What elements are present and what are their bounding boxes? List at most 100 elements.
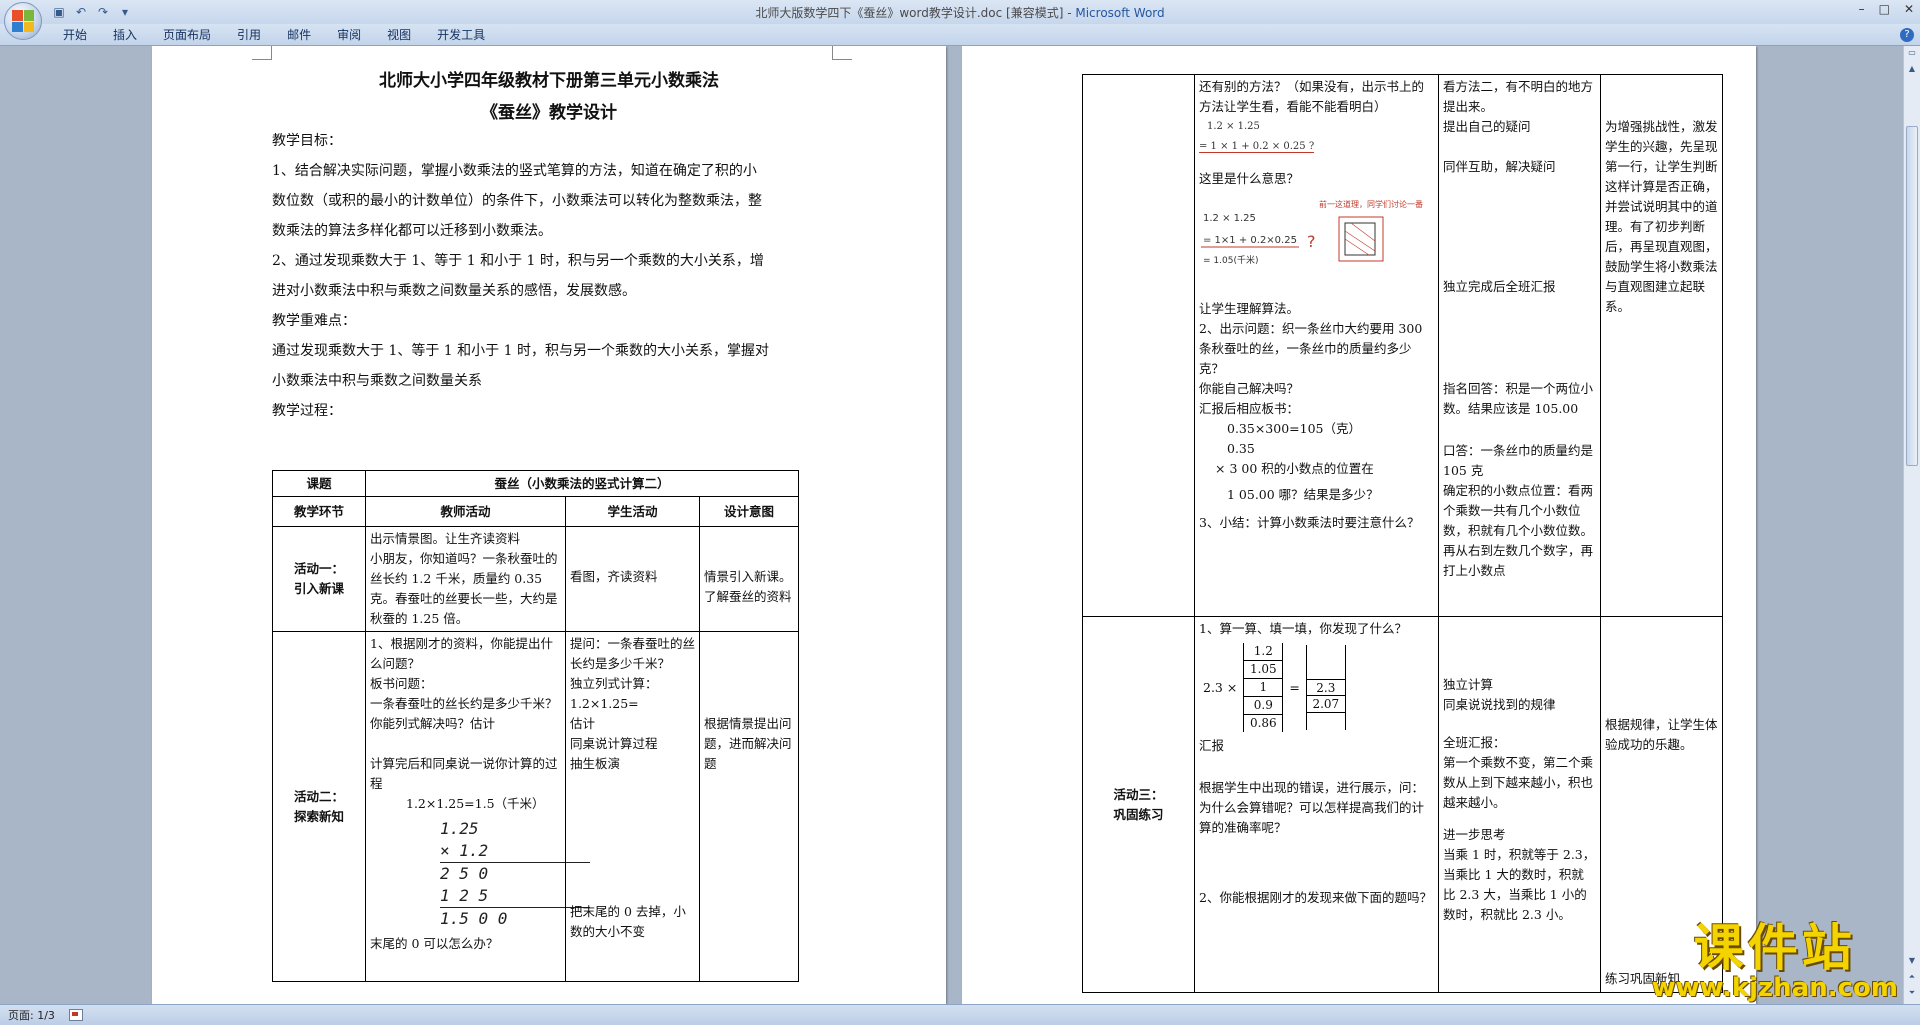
grid-cell: 2.3 xyxy=(1306,679,1345,696)
cell-text: 把末尾的 0 去掉，小数的大小不变 xyxy=(570,904,686,939)
cell-text: 这里是什么意思？ xyxy=(1199,171,1300,186)
cell-text: 进一步思考 xyxy=(1443,827,1506,842)
page-indicator[interactable]: 页面: 1/3 xyxy=(8,1007,55,1023)
paragraph: 教学目标： xyxy=(272,133,342,149)
calc-line: 1.25 xyxy=(440,819,479,838)
scroll-up-icon[interactable]: ▲ xyxy=(1906,64,1918,76)
teacher-cell: 1、算一算、填一填，你发现了什么？ 2.3 × 1.2 1.05 1 0.9 0… xyxy=(1194,616,1439,993)
proofing-icon[interactable] xyxy=(68,1009,83,1021)
handwritten-text: = 1 × 1 + 0.2 × 0.25 ? xyxy=(1199,141,1315,153)
cell-text: 1 05.00 哪？结果是多少？ xyxy=(1227,487,1379,502)
grid-multiplier: 2.3 × xyxy=(1203,679,1238,695)
student-cell: 独立计算 同桌说说找到的规律 全班汇报： 第一个乘数不变，第二个乘数从上到下越来… xyxy=(1438,616,1601,993)
cell-text: 同桌说说找到的规律 xyxy=(1443,697,1556,712)
tab-mailings[interactable]: 邮件 xyxy=(274,27,324,44)
vertical-scrollbar[interactable]: ▭ ▲ ▼ ⏶ ⏷ xyxy=(1903,46,1920,1004)
cell-text: 提问：一条春蚕吐的丝长约是多少千米？ xyxy=(570,636,696,671)
doc-title-2: 《蚕丝》教学设计 xyxy=(481,103,617,123)
tab-references[interactable]: 引用 xyxy=(224,27,274,44)
minimize-icon[interactable]: – xyxy=(1859,2,1865,16)
teacher-cell: 出示情景图。让生齐读资料 小朋友，你知道吗？一条秋蚕吐的丝长约 1.2 千米，质… xyxy=(365,526,566,632)
svg-text:?: ? xyxy=(1307,232,1316,251)
grid-cell[interactable] xyxy=(1307,662,1345,679)
stage-cell: 活动二： 探索新知 xyxy=(272,631,366,982)
app-name: Microsoft Word xyxy=(1075,6,1165,20)
grid-left-column: 1.2 1.05 1 0.9 0.86 xyxy=(1243,643,1284,732)
scroll-down-icon[interactable]: ▼ xyxy=(1906,956,1918,968)
tab-view[interactable]: 视图 xyxy=(374,27,424,44)
title-bar: ▣ ↶ ↷ ▾ 北师大版数学四下《蚕丝》word教学设计.doc [兼容模式] … xyxy=(0,0,1920,40)
paragraph: 通过发现乘数大于 1、等于 1 和小于 1 时，积与另一个乘数的大小关系，掌握对 xyxy=(272,343,769,359)
document-page-2: 还有别的方法？（如果没有，出示书上的方法让学生看，看能不能看明白） 1.2 × … xyxy=(962,46,1756,1004)
doc-title-1: 北师大小学四年级教材下册第三单元小数乘法 xyxy=(379,71,719,91)
intent-cell: 情景引入新课。了解蚕丝的资料 xyxy=(698,526,800,632)
cell-text: 1、根据刚才的资料，你能提出什么问题？ xyxy=(370,636,553,671)
calc-line: 1.5 0 0 xyxy=(440,909,508,928)
scroll-thumb[interactable] xyxy=(1906,126,1918,466)
equals-sign: = xyxy=(1289,679,1300,695)
next-page-icon[interactable]: ⏷ xyxy=(1906,988,1918,1000)
window-title: 北师大版数学四下《蚕丝》word教学设计.doc [兼容模式] - Micros… xyxy=(0,4,1920,21)
cell-text: 同伴互助，解决疑问 xyxy=(1443,159,1556,174)
close-icon[interactable]: ✕ xyxy=(1904,2,1914,16)
cell-text xyxy=(370,734,561,754)
tab-home[interactable]: 开始 xyxy=(50,27,100,44)
header-teacher: 教师活动 xyxy=(365,496,566,527)
tab-review[interactable]: 审阅 xyxy=(324,27,374,44)
header-student: 学生活动 xyxy=(565,496,700,527)
header-stage: 教学环节 xyxy=(272,496,366,527)
cell-text: 0.35 xyxy=(1227,441,1255,456)
document-page-1: 北师大小学四年级教材下册第三单元小数乘法 《蚕丝》教学设计 教学目标： 1、结合… xyxy=(152,46,946,1004)
help-icon[interactable]: ? xyxy=(1900,28,1914,42)
cell-text: 还有别的方法？（如果没有，出示书上的方法让学生看，看能不能看明白） xyxy=(1199,79,1425,114)
cell-text: 出示情景图。让生齐读资料 xyxy=(370,531,521,546)
office-logo-icon xyxy=(12,10,34,32)
cell-text: 看方法二，有不明白的地方提出来。 xyxy=(1443,79,1594,114)
handwritten-line: 1.2 × 1.25 xyxy=(1207,121,1260,132)
grid-cell: 0.86 xyxy=(1249,716,1277,730)
cell-text: 根据学生中出现的错误，进行展示，问：为什么会算错呢？可以怎样提高我们的计算的准确… xyxy=(1199,780,1425,835)
paragraph: 小数乘法中积与乘数之间数量关系 xyxy=(272,373,482,389)
grid-cell: 2.07 xyxy=(1306,696,1345,713)
cell-text: 第一个乘数不变，第二个乘数从上到下越来越小，积也越来越小。 xyxy=(1443,755,1594,810)
grid-cell[interactable] xyxy=(1307,713,1345,730)
fill-in-grid: 2.3 × 1.2 1.05 1 0.9 0.86 = 2.3 2.07 xyxy=(1203,643,1434,732)
window-controls: – □ ✕ xyxy=(1859,2,1914,16)
cell-text: 独立列式计算： xyxy=(570,676,658,691)
office-button[interactable] xyxy=(4,2,42,40)
area-model-sketch: 1.2 × 1.25 = 1×1 + 0.2×0.25 = 1.05(千米) ?… xyxy=(1201,199,1423,266)
status-bar: 页面: 1/3 xyxy=(0,1004,1920,1025)
ribbon-tabs: 开始 插入 页面布局 引用 邮件 审阅 视图 开发工具 xyxy=(50,27,498,44)
svg-text:= 1×1 + 0.2×0.25: = 1×1 + 0.2×0.25 xyxy=(1203,235,1297,246)
tab-developer[interactable]: 开发工具 xyxy=(424,27,498,44)
ruler-toggle-icon[interactable]: ▭ xyxy=(1906,48,1918,60)
cell-text: 你能列式解决吗？估计 xyxy=(370,716,496,731)
document-workarea: 北师大小学四年级教材下册第三单元小数乘法 《蚕丝》教学设计 教学目标： 1、结合… xyxy=(0,46,1920,1004)
paragraph: 进对小数乘法中积与乘数之间数量关系的感悟，发展数感。 xyxy=(272,283,636,299)
cell-text: 2、出示问题：织一条丝巾大约要用 300 条秋蚕吐的丝，一条丝巾的质量约多少克？ xyxy=(1199,321,1423,376)
sketch-note: 前一这道理，同学们讨论一番 xyxy=(1319,199,1423,209)
body-text: 教学目标： 1、结合解决实际问题，掌握小数乘法的竖式笔算的方法，知道在确定了积的… xyxy=(272,126,834,426)
watermark-cn: 课件站 xyxy=(1693,919,1856,977)
cell-text: 你能自己解决吗？ xyxy=(1199,381,1300,396)
lesson-table-continued: 还有别的方法？（如果没有，出示书上的方法让学生看，看能不能看明白） 1.2 × … xyxy=(1082,74,1723,993)
cell-text: 板书问题： xyxy=(370,676,433,691)
grid-cell[interactable] xyxy=(1307,645,1345,662)
cell-text: 全班汇报： xyxy=(1443,735,1506,750)
crop-mark xyxy=(252,46,272,60)
cell-text: 汇报后相应板书： xyxy=(1199,401,1300,416)
cell-text: 独立完成后全班汇报 xyxy=(1443,279,1556,294)
previous-page-icon[interactable]: ⏶ xyxy=(1906,972,1918,984)
paragraph: 1、结合解决实际问题，掌握小数乘法的竖式笔算的方法，知道在确定了积的小 xyxy=(272,163,757,179)
maximize-icon[interactable]: □ xyxy=(1879,2,1890,16)
cell-text: 2、你能根据刚才的发现来做下面的题吗？ xyxy=(1199,890,1432,905)
cell-text: 独立计算 xyxy=(1443,677,1494,692)
cell-text: 指名回答：积是一个两位小数。结果应该是 105.00 xyxy=(1443,381,1594,416)
grid-cell: 0.9 xyxy=(1244,697,1283,715)
lesson-table: 课题 蚕丝（小数乘法的竖式计算二） 教学环节 教师活动 学生活动 设计意图 活动… xyxy=(272,470,800,982)
tab-insert[interactable]: 插入 xyxy=(100,27,150,44)
tab-page-layout[interactable]: 页面布局 xyxy=(150,27,224,44)
topic-value: 蚕丝（小数乘法的竖式计算二） xyxy=(364,470,800,497)
svg-text:= 1.05(千米): = 1.05(千米) xyxy=(1203,254,1258,266)
cell-text: × 3 00 积的小数点的位置在 xyxy=(1215,461,1374,476)
